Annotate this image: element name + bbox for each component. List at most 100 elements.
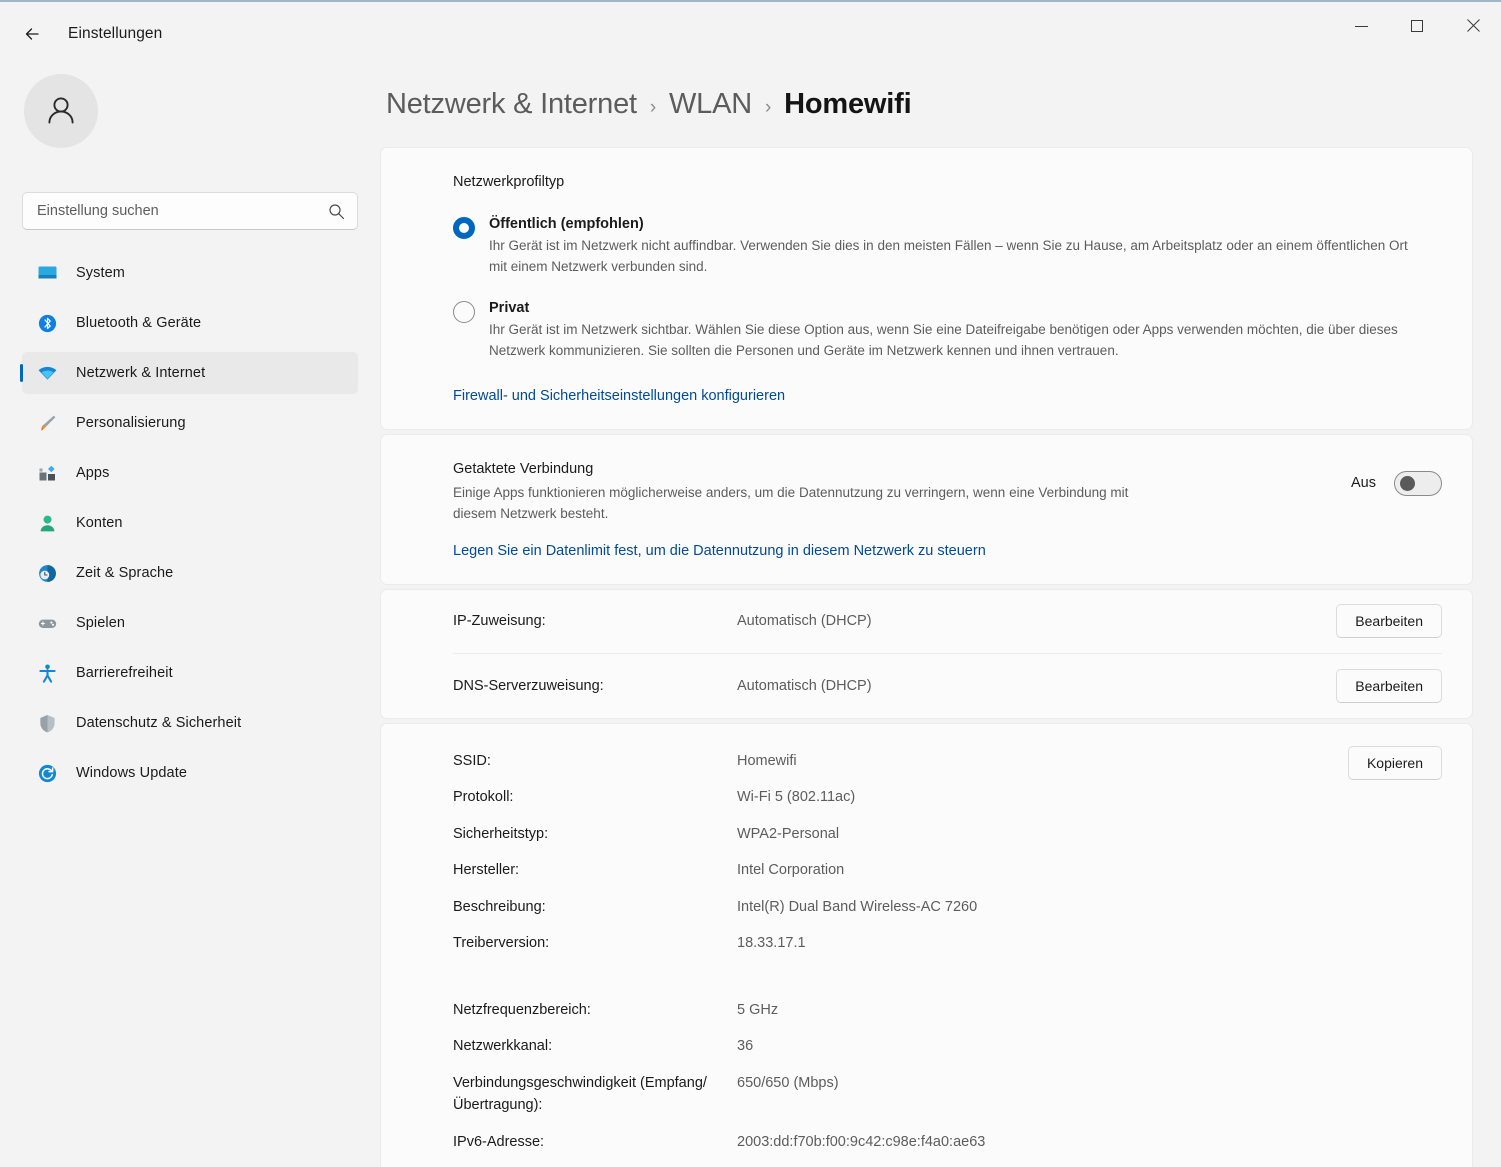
- detail-value: 2003:dd:f70b:f00:9c42:c98e:f4a0:ae63: [737, 1131, 1442, 1153]
- sidebar-item-gaming[interactable]: Spielen: [22, 602, 358, 644]
- maximize-button[interactable]: [1389, 2, 1445, 50]
- detail-key: Hersteller:: [453, 859, 737, 881]
- bluetooth-icon: [34, 312, 60, 334]
- sidebar-item-accounts[interactable]: Konten: [22, 502, 358, 544]
- detail-key: SSID:: [453, 750, 737, 772]
- radio-label-private: Privat: [489, 300, 1442, 316]
- dns-assignment-value: Automatisch (DHCP): [737, 678, 1336, 694]
- sidebar-item-apps[interactable]: Apps: [22, 452, 358, 494]
- breadcrumb: Netzwerk & Internet › WLAN › Homewifi: [380, 66, 1501, 147]
- detail-value: Wi-Fi 5 (802.11ac): [737, 786, 1442, 808]
- detail-key: Netzwerkkanal:: [453, 1035, 737, 1057]
- detail-row: Verbindungsgeschwindigkeit (Empfang/Über…: [453, 1072, 1442, 1117]
- back-button[interactable]: [10, 16, 54, 52]
- search-box[interactable]: [22, 192, 358, 230]
- user-avatar-icon: [41, 91, 81, 131]
- metered-connection-card: Getaktete Verbindung Einige Apps funktio…: [380, 434, 1473, 585]
- radio-option-public[interactable]: Öffentlich (empfohlen) Ihr Gerät ist im …: [453, 216, 1442, 278]
- shield-icon: [34, 712, 60, 734]
- breadcrumb-level2[interactable]: WLAN: [669, 88, 752, 121]
- detail-row: Treiberversion: 18.33.17.1: [453, 932, 1442, 954]
- detail-value: 5 GHz: [737, 999, 1442, 1021]
- close-button[interactable]: [1445, 2, 1501, 50]
- detail-row: Sicherheitstyp: WPA2-Personal: [453, 823, 1442, 845]
- dns-assignment-row: DNS-Serverzuweisung: Automatisch (DHCP) …: [453, 654, 1442, 718]
- sidebar: System Bluetooth & Geräte: [0, 66, 380, 1167]
- sidebar-item-personalization[interactable]: Personalisierung: [22, 402, 358, 444]
- avatar[interactable]: [24, 74, 98, 148]
- sidebar-item-label: Apps: [76, 465, 109, 481]
- sidebar-item-bluetooth[interactable]: Bluetooth & Geräte: [22, 302, 358, 344]
- close-icon: [1466, 19, 1480, 33]
- sidebar-item-windows-update[interactable]: Windows Update: [22, 752, 358, 794]
- sidebar-item-accessibility[interactable]: Barrierefreiheit: [22, 652, 358, 694]
- dns-assignment-label: DNS-Serverzuweisung:: [453, 678, 737, 694]
- sidebar-item-network[interactable]: Netzwerk & Internet: [22, 352, 358, 394]
- edit-dns-assignment-button[interactable]: Bearbeiten: [1336, 669, 1442, 703]
- edit-ip-assignment-button[interactable]: Bearbeiten: [1336, 604, 1442, 638]
- detail-value: WPA2-Personal: [737, 823, 1442, 845]
- detail-value: 650/650 (Mbps): [737, 1072, 1442, 1094]
- network-details-card: Kopieren SSID: Homewifi Protokoll: Wi-Fi…: [380, 723, 1473, 1167]
- detail-key: IPv6-Adresse:: [453, 1131, 737, 1153]
- radio-option-private[interactable]: Privat Ihr Gerät ist im Netzwerk sichtba…: [453, 300, 1442, 362]
- clock-globe-icon: [34, 562, 60, 584]
- data-limit-link[interactable]: Legen Sie ein Datenlimit fest, um die Da…: [453, 543, 986, 559]
- detail-value: Homewifi: [737, 750, 1442, 772]
- accessibility-icon: [34, 662, 60, 684]
- window-controls: [1333, 2, 1501, 50]
- detail-row: SSID: Homewifi: [453, 750, 1442, 772]
- detail-row: Hersteller: Intel Corporation: [453, 859, 1442, 881]
- main-content: Netzwerk & Internet › WLAN › Homewifi Ne…: [380, 66, 1501, 1167]
- settings-window: Einstellungen: [0, 0, 1501, 1167]
- sidebar-item-label: Bluetooth & Geräte: [76, 315, 201, 331]
- metered-toggle[interactable]: [1394, 471, 1442, 496]
- detail-key: Treiberversion:: [453, 932, 737, 954]
- copy-details-button[interactable]: Kopieren: [1348, 746, 1442, 780]
- firewall-settings-link[interactable]: Firewall- und Sicherheitseinstellungen k…: [453, 388, 785, 404]
- ip-assignment-row: IP-Zuweisung: Automatisch (DHCP) Bearbei…: [453, 590, 1442, 654]
- detail-key: Sicherheitstyp:: [453, 823, 737, 845]
- search-input[interactable]: [37, 203, 328, 219]
- breadcrumb-separator: ›: [650, 97, 656, 119]
- search-icon: [328, 203, 345, 220]
- assignment-card: IP-Zuweisung: Automatisch (DHCP) Bearbei…: [380, 589, 1473, 719]
- breadcrumb-root[interactable]: Netzwerk & Internet: [386, 88, 637, 121]
- sidebar-item-system[interactable]: System: [22, 252, 358, 294]
- radio-button-private[interactable]: [453, 301, 475, 323]
- monitor-icon: [34, 262, 60, 284]
- detail-value: 36: [737, 1035, 1442, 1057]
- section-title-profile-type: Netzwerkprofiltyp: [453, 174, 1442, 190]
- detail-key: Beschreibung:: [453, 896, 737, 918]
- network-profile-card: Netzwerkprofiltyp Öffentlich (empfohlen)…: [380, 147, 1473, 430]
- detail-value: 18.33.17.1: [737, 932, 1442, 954]
- sidebar-item-privacy-security[interactable]: Datenschutz & Sicherheit: [22, 702, 358, 744]
- paintbrush-icon: [34, 412, 60, 434]
- sidebar-item-time-language[interactable]: Zeit & Sprache: [22, 552, 358, 594]
- sidebar-item-label: Konten: [76, 515, 123, 531]
- radio-label-public: Öffentlich (empfohlen): [489, 216, 1442, 232]
- maximize-icon: [1411, 20, 1423, 32]
- gamepad-icon: [34, 612, 60, 634]
- radio-description-private: Ihr Gerät ist im Netzwerk sichtbar. Wähl…: [489, 320, 1409, 362]
- minimize-icon: [1355, 26, 1368, 27]
- sidebar-item-label: Zeit & Sprache: [76, 565, 173, 581]
- sidebar-item-label: Windows Update: [76, 765, 187, 781]
- ip-assignment-label: IP-Zuweisung:: [453, 613, 737, 629]
- detail-value: Intel Corporation: [737, 859, 1442, 881]
- toggle-knob: [1400, 476, 1415, 491]
- detail-value: Intel(R) Dual Band Wireless-AC 7260: [737, 896, 1442, 918]
- detail-key: Netzfrequenzbereich:: [453, 999, 737, 1021]
- sidebar-nav: System Bluetooth & Geräte: [22, 252, 358, 794]
- settings-scroll-area[interactable]: Netzwerkprofiltyp Öffentlich (empfohlen)…: [380, 147, 1501, 1167]
- radio-button-public[interactable]: [453, 217, 475, 239]
- title-bar: Einstellungen: [0, 2, 1501, 66]
- sidebar-item-label: Spielen: [76, 615, 125, 631]
- sidebar-item-label: Barrierefreiheit: [76, 665, 173, 681]
- detail-row: Netzfrequenzbereich: 5 GHz: [453, 999, 1442, 1021]
- back-arrow-icon: [22, 24, 42, 44]
- metered-toggle-state: Aus: [1351, 475, 1376, 491]
- person-icon: [34, 512, 60, 534]
- breadcrumb-current: Homewifi: [784, 88, 911, 121]
- minimize-button[interactable]: [1333, 2, 1389, 50]
